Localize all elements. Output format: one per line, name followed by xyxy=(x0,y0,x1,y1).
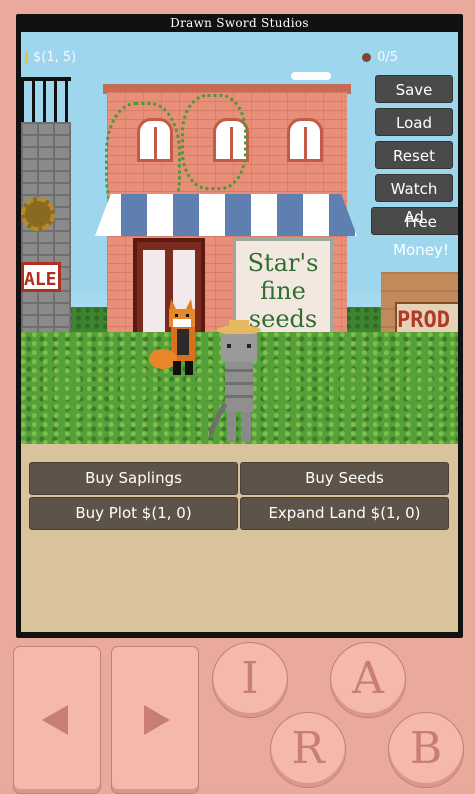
shop-sign-line: fine xyxy=(260,277,306,305)
gear-icon xyxy=(21,197,55,231)
shop-sign-line: Star's xyxy=(247,249,319,277)
a-button[interactable]: A xyxy=(330,642,406,718)
cloud xyxy=(291,72,331,80)
vine xyxy=(181,94,247,190)
game-screen: ALE Star's fine seeds PROD $(1, 5) 0/5 S… xyxy=(21,32,458,632)
money-value: $(1, 5) xyxy=(33,50,77,65)
side-menu: Save Load Reset Watch Ad Free Money! xyxy=(371,75,458,259)
arrow-right-icon xyxy=(144,705,170,735)
screen-bezel: Drawn Sword Studios ALE Star's fine seed… xyxy=(16,14,463,638)
seed-icon xyxy=(362,53,372,62)
free-money-button[interactable]: Free Money! xyxy=(371,207,458,259)
striped-awning xyxy=(95,194,357,236)
watch-ad-button[interactable]: Watch Ad xyxy=(375,174,453,226)
money-counter: $(1, 5) xyxy=(25,50,76,65)
i-button[interactable]: I xyxy=(212,642,288,718)
buy-seeds-button[interactable]: Buy Seeds xyxy=(240,462,449,495)
expand-land-button[interactable]: Expand Land $(1, 0) xyxy=(240,497,449,530)
b-button[interactable]: B xyxy=(388,712,464,788)
fox-shopkeeper-sprite xyxy=(149,299,195,375)
load-button[interactable]: Load xyxy=(375,108,453,136)
buy-plot-button[interactable]: Buy Plot $(1, 0) xyxy=(29,497,238,530)
arrow-left-icon xyxy=(42,705,68,735)
save-button[interactable]: Save xyxy=(375,75,453,103)
sale-sign: ALE xyxy=(21,262,61,292)
dpad-right-button[interactable] xyxy=(111,646,199,794)
game-scene: ALE Star's fine seeds PROD $(1, 5) 0/5 S… xyxy=(21,32,458,444)
gray-cat-player-sprite xyxy=(209,320,261,442)
coin-icon xyxy=(25,51,28,63)
studio-title: Drawn Sword Studios xyxy=(170,16,309,30)
dpad-left-button[interactable] xyxy=(13,646,101,794)
seed-counter: 0/5 xyxy=(362,50,398,65)
reset-button[interactable]: Reset xyxy=(375,141,453,169)
buy-saplings-button[interactable]: Buy Saplings xyxy=(29,462,238,495)
r-button[interactable]: R xyxy=(270,712,346,788)
seed-count: 0/5 xyxy=(377,50,398,65)
shop-window xyxy=(287,118,323,162)
handheld-device: Drawn Sword Studios ALE Star's fine seed… xyxy=(0,0,475,794)
produce-sign: PROD xyxy=(395,302,458,336)
